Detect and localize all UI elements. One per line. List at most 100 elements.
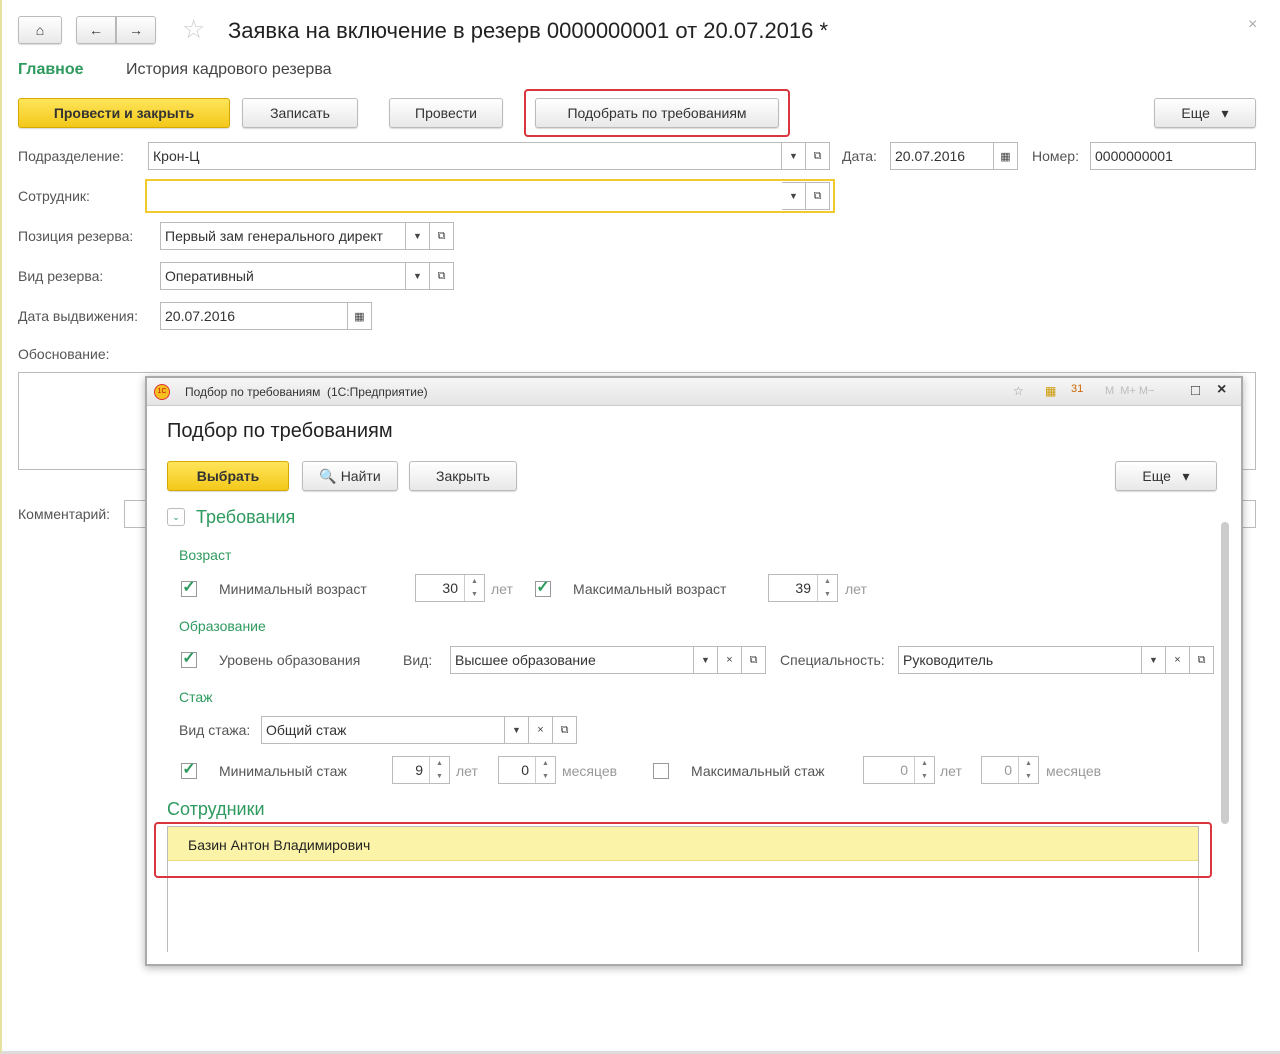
- experience-heading: Стаж: [179, 689, 213, 705]
- close-icon[interactable]: ×: [1217, 381, 1226, 399]
- calendar-icon[interactable]: 31: [1071, 383, 1083, 395]
- search-icon: 🔍: [319, 467, 337, 484]
- open-icon[interactable]: ⧉: [742, 646, 766, 674]
- find-button[interactable]: 🔍 Найти: [302, 461, 398, 491]
- clear-icon[interactable]: ×: [529, 716, 553, 744]
- position-label: Позиция резерва:: [18, 228, 134, 244]
- memory-icons[interactable]: M M+ M−: [1105, 385, 1155, 397]
- max-age-checkbox[interactable]: ✓: [535, 580, 551, 597]
- min-exp-checkbox[interactable]: ✓: [181, 762, 197, 779]
- min-exp-months-input[interactable]: 0 ▲ ▼: [498, 756, 556, 784]
- years-unit: лет: [491, 581, 513, 597]
- age-heading: Возраст: [179, 547, 232, 563]
- post-button[interactable]: Провести: [389, 98, 503, 128]
- max-exp-years-input[interactable]: 0 ▲ ▼: [863, 756, 935, 784]
- position-open-icon[interactable]: ⧉: [430, 222, 454, 250]
- employees-heading: Сотрудники: [167, 799, 265, 819]
- more-button[interactable]: Еще ▾: [1115, 461, 1217, 491]
- clear-icon[interactable]: ×: [1166, 646, 1190, 674]
- max-age-value: 39: [795, 580, 811, 596]
- dialog-window-title: Подбор по требованиям (1С:Предприятие): [185, 385, 428, 399]
- type-label: Вид резерва:: [18, 268, 104, 284]
- months-unit: месяцев: [1046, 763, 1102, 779]
- spinner[interactable]: ▲ ▼: [817, 575, 837, 601]
- kind-label: Вид:: [403, 652, 433, 668]
- number-field[interactable]: 0000000001: [1090, 142, 1256, 170]
- max-age-input[interactable]: 39 ▲ ▼: [768, 574, 838, 602]
- spinner[interactable]: ▲ ▼: [535, 757, 555, 783]
- clear-icon[interactable]: ×: [718, 646, 742, 674]
- position-dropdown[interactable]: ▼: [406, 222, 430, 250]
- spinner[interactable]: ▲ ▼: [1018, 757, 1038, 783]
- date-field[interactable]: 20.07.2016: [890, 142, 994, 170]
- date-label: Дата:: [842, 148, 877, 164]
- save-button[interactable]: Записать: [242, 98, 358, 128]
- type-open-icon[interactable]: ⧉: [430, 262, 454, 290]
- max-exp-months-input[interactable]: 0 ▲ ▼: [981, 756, 1039, 784]
- more-button[interactable]: Еще ▾: [1154, 98, 1256, 128]
- division-dropdown[interactable]: ▼: [782, 142, 806, 170]
- page-title: Заявка на включение в резерв 0000000001 …: [228, 18, 829, 43]
- spinner[interactable]: ▲ ▼: [464, 575, 484, 601]
- type-field[interactable]: Оперативный: [160, 262, 406, 290]
- selection-dialog: 1С Подбор по требованиям (1С:Предприятие…: [145, 376, 1243, 966]
- years-unit: лет: [845, 581, 867, 597]
- nomination-date-label: Дата выдвижения:: [18, 308, 138, 324]
- scrollbar[interactable]: [1221, 522, 1229, 824]
- min-age-value: 30: [442, 580, 458, 596]
- division-field[interactable]: Крон-Ц: [148, 142, 782, 170]
- find-label: Найти: [340, 468, 381, 484]
- select-button[interactable]: Выбрать: [167, 461, 289, 491]
- post-close-button[interactable]: Провести и закрыть: [18, 98, 230, 128]
- back-button[interactable]: ←: [76, 16, 116, 44]
- months-unit: месяцев: [562, 763, 618, 779]
- close-button[interactable]: Закрыть: [409, 461, 517, 491]
- favorite-icon[interactable]: ☆: [1013, 384, 1024, 398]
- employee-dropdown[interactable]: ▼: [782, 182, 806, 210]
- max-exp-checkbox[interactable]: [653, 763, 669, 779]
- max-exp-label: Максимальный стаж: [691, 763, 825, 779]
- spinner[interactable]: ▲ ▼: [914, 757, 934, 783]
- close-icon[interactable]: ×: [1248, 16, 1257, 34]
- min-age-input[interactable]: 30 ▲ ▼: [415, 574, 485, 602]
- min-age-checkbox[interactable]: ✓: [181, 580, 197, 597]
- tab-history[interactable]: История кадрового резерва: [126, 61, 332, 79]
- exp-type-dropdown[interactable]: ▼: [505, 716, 529, 744]
- spinner[interactable]: ▲ ▼: [429, 757, 449, 783]
- speciality-dropdown[interactable]: ▼: [1142, 646, 1166, 674]
- home-button[interactable]: ⌂: [18, 16, 62, 44]
- more-label: Еще: [1142, 468, 1171, 484]
- nomination-date-field[interactable]: 20.07.2016: [160, 302, 348, 330]
- division-open-icon[interactable]: ⧉: [806, 142, 830, 170]
- comment-label: Комментарий:: [18, 506, 111, 522]
- edu-kind-dropdown[interactable]: ▼: [694, 646, 718, 674]
- calendar-icon[interactable]: ▦: [994, 142, 1018, 170]
- maximize-icon[interactable]: □: [1191, 382, 1200, 399]
- value: 0: [1004, 762, 1012, 778]
- open-icon[interactable]: ⧉: [553, 716, 577, 744]
- requirements-heading[interactable]: Требования: [196, 507, 295, 528]
- min-exp-years-input[interactable]: 9 ▲ ▼: [392, 756, 450, 784]
- number-label: Номер:: [1032, 148, 1079, 164]
- position-field[interactable]: Первый зам генерального директ: [160, 222, 406, 250]
- calculator-icon[interactable]: ▦: [1045, 384, 1056, 398]
- edu-level-checkbox[interactable]: ✓: [181, 651, 197, 668]
- type-dropdown[interactable]: ▼: [406, 262, 430, 290]
- max-age-label: Максимальный возраст: [573, 581, 727, 597]
- tab-main[interactable]: Главное: [18, 61, 84, 79]
- open-icon[interactable]: ⧉: [1190, 646, 1214, 674]
- years-unit: лет: [940, 763, 962, 779]
- star-icon[interactable]: ☆: [182, 14, 205, 45]
- speciality-field[interactable]: Руководитель: [898, 646, 1142, 674]
- calendar-icon[interactable]: ▦: [348, 302, 372, 330]
- employee-open-icon[interactable]: ⧉: [806, 182, 830, 210]
- more-label: Еще: [1181, 105, 1210, 121]
- forward-button[interactable]: →: [116, 16, 156, 44]
- reason-label: Обоснование:: [18, 346, 110, 362]
- edu-kind-field[interactable]: Высшее образование: [450, 646, 694, 674]
- highlight-box: [524, 89, 790, 137]
- employee-label: Сотрудник:: [18, 188, 90, 204]
- employee-field[interactable]: [145, 179, 835, 213]
- exp-type-field[interactable]: Общий стаж: [261, 716, 505, 744]
- collapse-toggle[interactable]: ⌄: [167, 508, 185, 526]
